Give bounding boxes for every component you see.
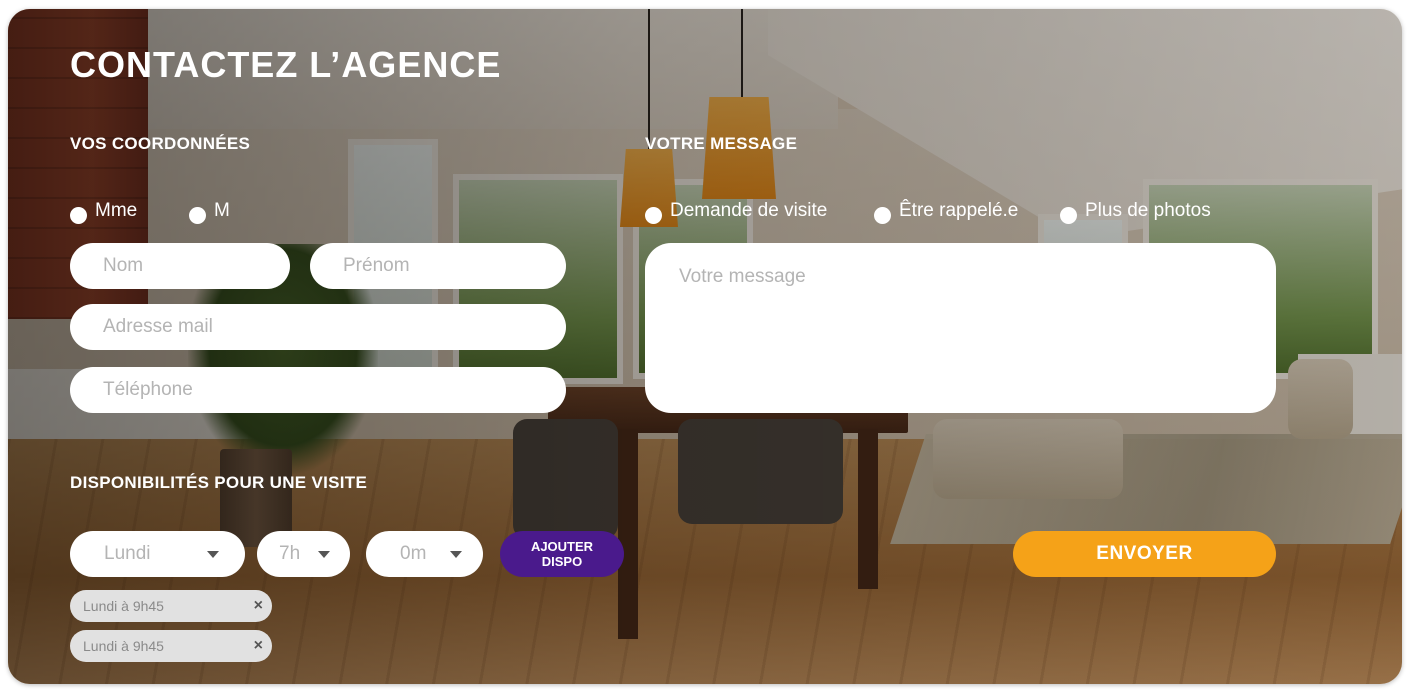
radio-label: Être rappelé.e [899, 200, 1019, 221]
hour-select-value: 7h [279, 543, 301, 564]
radio-label: Demande de visite [670, 200, 828, 221]
dispo-chip-label: Lundi à 9h45 [83, 638, 164, 654]
radio-circle-icon[interactable] [645, 206, 662, 224]
chevron-down-icon[interactable] [318, 551, 330, 558]
add-dispo-label-line1: AJOUTER [530, 539, 594, 554]
hour-select[interactable]: 7h [257, 531, 350, 577]
close-icon[interactable]: × [254, 590, 263, 622]
minute-select[interactable]: 0m [366, 531, 483, 577]
radio-label: Plus de photos [1085, 200, 1211, 221]
coords-heading: VOS COORDONNÉES [70, 134, 251, 153]
dispo-chip: Lundi à 9h45 × [70, 590, 272, 622]
prenom-input[interactable] [310, 243, 566, 289]
chevron-down-icon[interactable] [207, 551, 219, 558]
radio-mme[interactable]: Mme [70, 200, 138, 224]
send-button[interactable]: ENVOYER [1013, 531, 1276, 577]
dispo-heading: DISPONIBILITÉS POUR UNE VISITE [70, 473, 368, 492]
radio-label: M [214, 200, 230, 221]
chevron-down-icon[interactable] [450, 551, 462, 558]
nom-input[interactable] [70, 243, 290, 289]
phone-input[interactable] [70, 367, 566, 413]
radio-demande-visite[interactable]: Demande de visite [645, 200, 828, 224]
radio-plus-photos[interactable]: Plus de photos [1060, 200, 1211, 224]
add-dispo-label-line2: DISPO [541, 554, 583, 569]
day-select-value: Lundi [104, 543, 151, 564]
message-textarea[interactable] [645, 243, 1276, 413]
radio-circle-icon[interactable] [874, 206, 891, 224]
dispo-chip-label: Lundi à 9h45 [83, 598, 164, 614]
close-icon[interactable]: × [254, 630, 263, 662]
radio-circle-icon[interactable] [1060, 206, 1077, 224]
radio-label: Mme [95, 200, 138, 221]
page-title: CONTACTEZ L’AGENCE [70, 44, 502, 85]
radio-m[interactable]: M [189, 200, 230, 224]
message-heading: VOTRE MESSAGE [645, 134, 798, 153]
radio-etre-rappele[interactable]: Être rappelé.e [874, 200, 1019, 224]
minute-select-value: 0m [400, 543, 427, 564]
add-dispo-button[interactable]: AJOUTER DISPO [500, 531, 624, 577]
email-input[interactable] [70, 304, 566, 350]
dispo-chip: Lundi à 9h45 × [70, 630, 272, 662]
day-select[interactable]: Lundi [70, 531, 245, 577]
radio-circle-icon[interactable] [70, 206, 87, 224]
radio-circle-icon[interactable] [189, 206, 206, 224]
